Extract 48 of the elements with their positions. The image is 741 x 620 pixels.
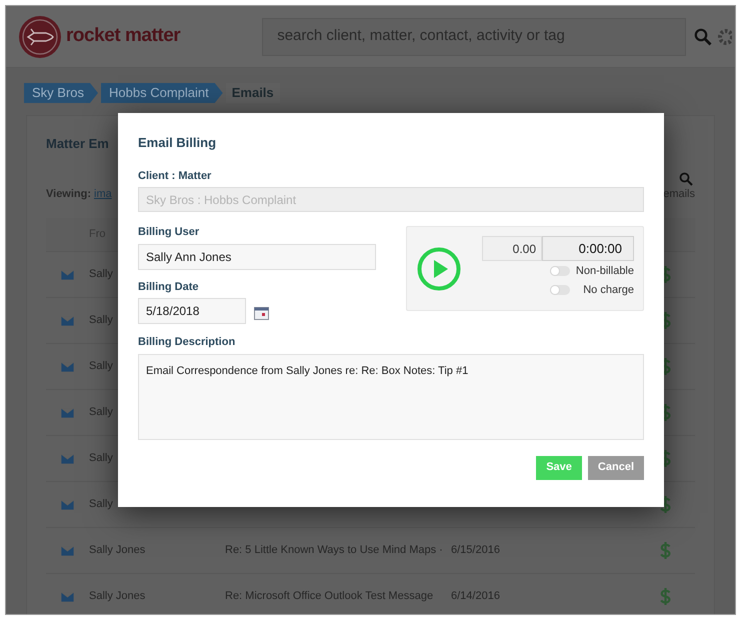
- toggle-label: No charge: [582, 282, 634, 298]
- sender-cell: Sally: [89, 360, 113, 372]
- search-icon[interactable]: [679, 172, 693, 186]
- toggle-switch[interactable]: [550, 266, 570, 276]
- settings-icon[interactable]: [716, 28, 732, 46]
- logo-text: rocket matter: [66, 24, 180, 48]
- envelope-icon: [61, 362, 74, 372]
- field-label: Billing Description: [138, 335, 236, 350]
- rocket-logo-icon: [18, 14, 62, 58]
- billing-user-field[interactable]: Sally Ann Jones: [138, 244, 376, 270]
- envelope-icon: [61, 454, 74, 464]
- dialog-title: Email Billing: [138, 134, 218, 152]
- play-icon[interactable]: [417, 246, 461, 290]
- toggle-switch[interactable]: [550, 284, 570, 295]
- panel-title: Matter Em: [46, 135, 109, 153]
- dollar-icon[interactable]: [660, 496, 671, 513]
- sender-cell: Sally: [89, 452, 113, 464]
- date-cell-text: 6/14/2016: [451, 589, 500, 604]
- envelope-icon: [61, 500, 74, 510]
- billing-description-field[interactable]: Email Correspondence from Sally Jones re: Re: Box Notes: Tip #1: [138, 354, 644, 440]
- time-field[interactable]: 0:00:00: [542, 236, 634, 261]
- field-label: Billing User: [138, 225, 200, 240]
- client-matter-field: Sky Bros : Hobbs Complaint: [138, 187, 644, 212]
- envelope-icon: [61, 270, 74, 280]
- sender-cell: Sally: [89, 268, 113, 280]
- calendar-icon[interactable]: [254, 307, 269, 320]
- envelope-icon: [61, 408, 74, 418]
- sender-cell: Sally: [89, 498, 113, 510]
- envelope-icon: [61, 546, 74, 556]
- breadcrumb-link[interactable]: Hobbs Complaint: [101, 83, 223, 103]
- amount-field[interactable]: 0.00: [482, 236, 542, 261]
- subject-cell-text: Re: 5 Little Known Ways to Use Mind Maps ·: [225, 543, 444, 558]
- sender-cell: Sally Jones: [89, 590, 146, 602]
- envelope-icon: [61, 592, 74, 602]
- sender-cell: Sally Jones: [89, 544, 146, 556]
- breadcrumb-link[interactable]: Sky Bros: [24, 83, 98, 103]
- field-label: Client : Matter: [138, 168, 212, 184]
- sender-cell: Sally: [89, 406, 113, 418]
- toggle-label: Non-billable: [574, 264, 634, 279]
- subject-cell-text: Re: Microsoft Office Outlook Test Message: [225, 589, 434, 604]
- search-icon[interactable]: [694, 28, 712, 46]
- billing-date-field[interactable]: 5/18/2018: [138, 298, 246, 324]
- save-button[interactable]: Save: [536, 456, 582, 480]
- envelope-icon: [61, 316, 74, 326]
- date-cell-text: 6/15/2016: [451, 543, 500, 558]
- cancel-button[interactable]: Cancel: [588, 456, 644, 480]
- field-label: Billing Date: [138, 280, 200, 294]
- sender-cell: Sally: [89, 314, 113, 326]
